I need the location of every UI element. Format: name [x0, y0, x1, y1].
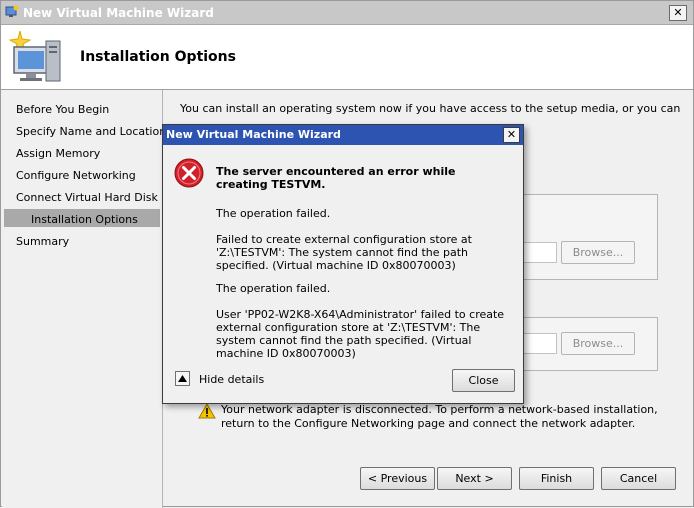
previous-button[interactable]: < Previous — [360, 467, 435, 490]
window-title: New Virtual Machine Wizard — [23, 6, 214, 20]
nav-item-configure-networking[interactable]: Configure Networking — [16, 169, 136, 182]
error-icon — [174, 158, 204, 188]
error-detail-3: The operation failed. — [216, 282, 331, 295]
browse-button-1[interactable]: Browse... — [561, 241, 635, 264]
cancel-button[interactable]: Cancel — [601, 467, 676, 490]
page-header: Installation Options — [1, 25, 693, 90]
browse-button-2[interactable]: Browse... — [561, 332, 635, 355]
nav-item-specify-name-and-location[interactable]: Specify Name and Location — [16, 125, 166, 138]
error-heading: The server encountered an error while cr… — [216, 165, 456, 191]
error-dialog-title-bar[interactable]: New Virtual Machine Wizard ✕ — [163, 125, 523, 145]
error-detail-4: User 'PP02-W2K8-X64\Administrator' faile… — [216, 308, 505, 360]
error-detail-1: The operation failed. — [216, 207, 331, 220]
error-dialog: New Virtual Machine Wizard ✕ The server … — [162, 124, 524, 404]
error-close-button[interactable]: Close — [452, 369, 515, 392]
chevron-up-icon — [178, 375, 187, 382]
app-icon — [5, 5, 19, 17]
nav-item-summary[interactable]: Summary — [16, 235, 69, 248]
nav-item-before-you-begin[interactable]: Before You Begin — [16, 103, 109, 116]
warning-icon — [198, 403, 216, 419]
window-close-button[interactable]: ✕ — [669, 5, 687, 21]
next-button[interactable]: Next > — [437, 467, 512, 490]
title-bar[interactable]: New Virtual Machine Wizard ✕ — [1, 1, 693, 25]
nav-item-connect-virtual-hard-disk[interactable]: Connect Virtual Hard Disk — [16, 191, 158, 204]
hide-details-toggle[interactable] — [175, 371, 190, 386]
error-dialog-close-button[interactable]: ✕ — [503, 127, 520, 143]
nav-item-assign-memory[interactable]: Assign Memory — [16, 147, 100, 160]
error-dialog-title: New Virtual Machine Wizard — [166, 128, 341, 141]
new-vm-wizard-icon — [8, 30, 61, 82]
error-detail-2: Failed to create external configuration … — [216, 233, 472, 272]
nav-item-installation-options[interactable]: Installation Options — [31, 213, 138, 226]
finish-button[interactable]: Finish — [519, 467, 594, 490]
network-warning-text: Your network adapter is disconnected. To… — [221, 403, 658, 430]
hide-details-label[interactable]: Hide details — [199, 373, 264, 386]
wizard-nav: Before You Begin Specify Name and Locati… — [2, 90, 166, 508]
page-title: Installation Options — [80, 49, 236, 65]
